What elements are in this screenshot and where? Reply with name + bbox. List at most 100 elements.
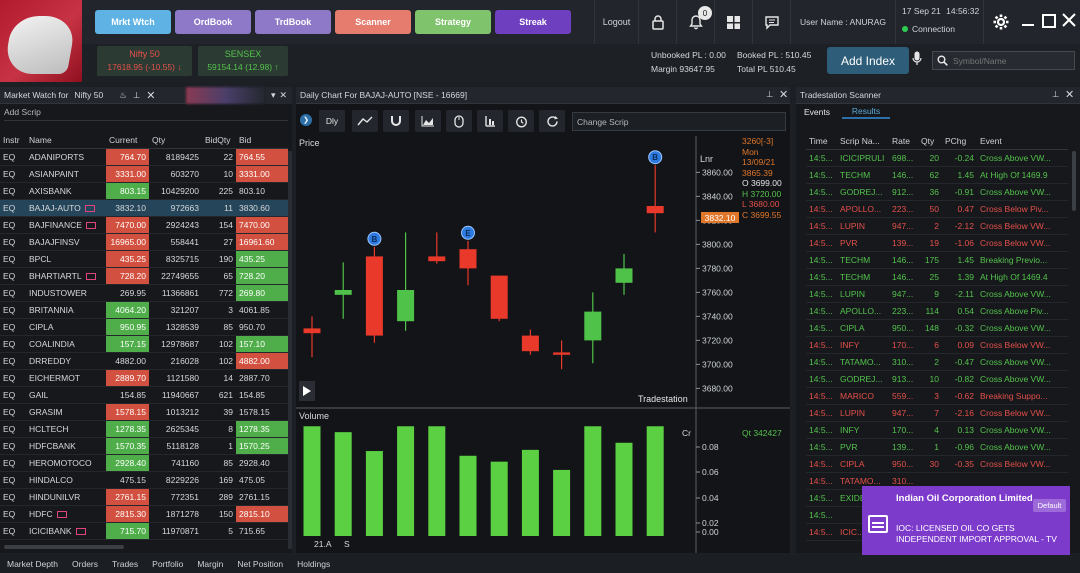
table-row[interactable]: 14:5... APOLLO... 223... 50 0.47 Cross Below … [806, 200, 1068, 218]
table-row[interactable]: EQ HINDUNILVR 2761.15 772351 289 2761.15 [0, 488, 288, 506]
table-row[interactable]: 14:5... TECHM 146... 62 1.45 At High Of 1469.… [806, 166, 1068, 184]
nav-button-mrkt-wtch[interactable]: Mrkt Wtch [95, 10, 171, 34]
table-row[interactable]: EQ ICICIBANK 715.70 11970871 5 715.65 [0, 522, 288, 540]
minimize-icon[interactable] [1021, 14, 1035, 28]
index-card-nifty[interactable]: Nifty 50 17618.95 (-10.55) ↓ [97, 46, 192, 76]
news-toast[interactable]: Indian Oil Corporation Limited Default I… [862, 486, 1070, 565]
table-row[interactable]: 14:5... CIPLA 950... 30 -0.35 Cross Below VW.… [806, 455, 1068, 473]
column-header[interactable]: Time [806, 133, 837, 150]
add-scrip-input[interactable]: Add Scrip [4, 107, 288, 121]
table-row[interactable]: EQ CIPLA 950.95 1328539 85 950.70 [0, 318, 288, 336]
pin-icon[interactable]: ⊥ [133, 90, 140, 101]
table-row[interactable]: EQ ASIANPAINT 3331.00 603270 10 3331.00 [0, 165, 288, 183]
indicator-icon[interactable] [477, 110, 503, 132]
column-header[interactable]: Instr [0, 133, 26, 149]
column-header[interactable]: Qty [149, 133, 202, 149]
bottom-tab-margin[interactable]: Margin [190, 559, 230, 569]
tab-results[interactable]: Results [842, 105, 890, 119]
table-row[interactable]: 14:5... GODREJ... 912... 36 -0.91 Cross Above… [806, 183, 1068, 201]
table-row[interactable]: 14:5... PVR 139... 19 -1.06 Cross Below VW... [806, 234, 1068, 252]
mouse-icon[interactable] [446, 110, 472, 132]
notification-bell-icon[interactable]: 0 [676, 0, 714, 44]
table-row[interactable]: EQ HDFCBANK 1570.35 5118128 1 1570.25 [0, 437, 288, 455]
table-row[interactable]: 14:5... INFY 170... 6 0.09 Cross Below VW... [806, 336, 1068, 354]
column-header[interactable]: BidQty [202, 133, 236, 149]
table-row[interactable]: 14:5... LUPIN 947... 2 -2.12 Cross Below VW..… [806, 217, 1068, 235]
market-watch-group[interactable]: Nifty 50 [74, 90, 103, 100]
area-chart-icon[interactable] [415, 110, 441, 132]
table-row[interactable]: 14:5... LUPIN 947... 7 -2.16 Cross Below VW..… [806, 404, 1068, 422]
bottom-tab-trades[interactable]: Trades [105, 559, 145, 569]
nav-button-trdbook[interactable]: TrdBook [255, 10, 331, 34]
nav-button-scanner[interactable]: Scanner [335, 10, 411, 34]
column-header[interactable]: PChg [942, 133, 977, 150]
magnet-icon[interactable] [383, 110, 409, 132]
column-header[interactable]: Rate [889, 133, 918, 150]
table-row[interactable]: EQ DRREDDY 4882.00 216028 102 4882.00 [0, 352, 288, 370]
table-row[interactable]: EQ GAIL 154.85 11940667 621 154.85 [0, 386, 288, 404]
table-row[interactable]: EQ COALINDIA 157.15 12978687 102 157.10 [0, 335, 288, 353]
close-window-icon[interactable] [1061, 12, 1077, 28]
table-row[interactable]: EQ GRASIM 1578.15 1013212 39 1578.15 [0, 403, 288, 421]
table-row[interactable]: EQ BHARTIARTL 728.20 22749655 65 728.20 [0, 267, 288, 285]
change-scrip-input[interactable]: Change Scrip [572, 112, 786, 131]
bottom-tab-market-depth[interactable]: Market Depth [0, 559, 65, 569]
fire-icon[interactable]: ♨ [119, 90, 127, 101]
column-header[interactable]: Scrip Na... [837, 133, 889, 150]
close-panel-icon[interactable]: ✕ [146, 89, 155, 102]
table-row[interactable]: EQ BPCL 435.25 8325715 190 435.25 [0, 250, 288, 268]
market-watch-scrollbar[interactable] [288, 151, 292, 549]
table-row[interactable]: EQ BAJAJ-AUTO 3832.10 972663 11 3830.60 [0, 199, 288, 217]
candlestick-chart[interactable]: 3860.003840.003820.003800.003780.003760.… [296, 136, 790, 553]
index-card-sensex[interactable]: SENSEX 59154.14 (12.98) ↑ [198, 46, 288, 76]
bottom-tab-holdings[interactable]: Holdings [290, 559, 337, 569]
nav-button-ordbook[interactable]: OrdBook [175, 10, 251, 34]
bottom-tab-portfolio[interactable]: Portfolio [145, 559, 190, 569]
add-index-button[interactable]: Add Index [827, 47, 909, 74]
table-row[interactable]: EQ HDFC 2815.30 1871278 150 2815.10 [0, 505, 288, 523]
table-row[interactable]: 14:5... TATAMO... 310... 2 -0.47 Cross Above … [806, 353, 1068, 371]
table-row[interactable]: EQ ADANIPORTS 764.70 8189425 22 764.55 [0, 148, 288, 166]
table-row[interactable]: 14:5... MARICO 559... 3 -0.62 Breaking Suppo.… [806, 387, 1068, 405]
table-row[interactable]: EQ BRITANNIA 4064.20 321207 3 4061.85 [0, 301, 288, 319]
column-header[interactable]: Bid [236, 133, 288, 149]
panel-menu[interactable]: ▾ ✕ [266, 87, 292, 104]
table-row[interactable]: EQ HEROMOTOCO 2928.40 741160 85 2928.40 [0, 454, 288, 472]
symbol-search-input[interactable] [953, 55, 1063, 66]
bottom-tab-net-position[interactable]: Net Position [230, 559, 290, 569]
expand-toolbar-icon[interactable]: ❯ [300, 114, 312, 126]
tab-events[interactable]: Events [804, 107, 830, 117]
table-row[interactable]: EQ EICHERMOT 2889.70 1121580 14 2887.70 [0, 369, 288, 387]
table-row[interactable]: 14:5... LUPIN 947... 9 -2.11 Cross Above VW..… [806, 285, 1068, 303]
bottom-tab-orders[interactable]: Orders [65, 559, 105, 569]
table-row[interactable]: 14:5... CIPLA 950... 148 -0.32 Cross Above VW… [806, 319, 1068, 337]
pin-icon[interactable]: ⊥ [766, 89, 773, 100]
line-tool-icon[interactable] [352, 110, 378, 132]
table-row[interactable]: EQ BAJAJFINSV 16965.00 558441 27 16961.60 [0, 233, 288, 251]
nav-button-streak[interactable]: Streak [495, 10, 571, 34]
lock-icon[interactable] [638, 0, 676, 44]
alarm-icon[interactable] [508, 110, 534, 132]
maximize-icon[interactable] [1042, 14, 1056, 28]
layout-grid-icon[interactable] [714, 0, 752, 44]
table-row[interactable]: 14:5... TECHM 146... 25 1.39 At High Of 1469.… [806, 268, 1068, 286]
settings-gear-icon[interactable] [983, 0, 1017, 44]
table-row[interactable]: EQ HINDALCO 475.15 8229226 169 475.05 [0, 471, 288, 489]
microphone-icon[interactable] [912, 51, 926, 71]
column-header[interactable]: Name [26, 133, 106, 149]
close-panel-icon[interactable]: ✕ [1065, 88, 1074, 101]
table-row[interactable]: 14:5... GODREJ... 913... 10 -0.82 Cross Above… [806, 370, 1068, 388]
play-replay-button[interactable] [299, 381, 315, 401]
table-row[interactable]: 14:5... INFY 170... 4 0.13 Cross Above VW... [806, 421, 1068, 439]
pin-icon[interactable]: ⊥ [1052, 89, 1059, 100]
symbol-search-box[interactable] [932, 51, 1075, 70]
refresh-icon[interactable] [539, 110, 565, 132]
scanner-scrollbar[interactable] [1072, 151, 1076, 211]
table-row[interactable]: EQ AXISBANK 803.15 10429200 225 803.10 [0, 182, 288, 200]
nav-button-strategy[interactable]: Strategy [415, 10, 491, 34]
table-row[interactable]: EQ HCLTECH 1278.35 2625345 8 1278.35 [0, 420, 288, 438]
market-watch-hscrollbar[interactable] [4, 545, 124, 549]
table-row[interactable]: 14:5... ICICIPRULI 698... 20 -0.24 Cross Abov… [806, 149, 1068, 167]
column-header[interactable]: Qty [918, 133, 942, 150]
column-header[interactable]: Current [106, 133, 149, 149]
